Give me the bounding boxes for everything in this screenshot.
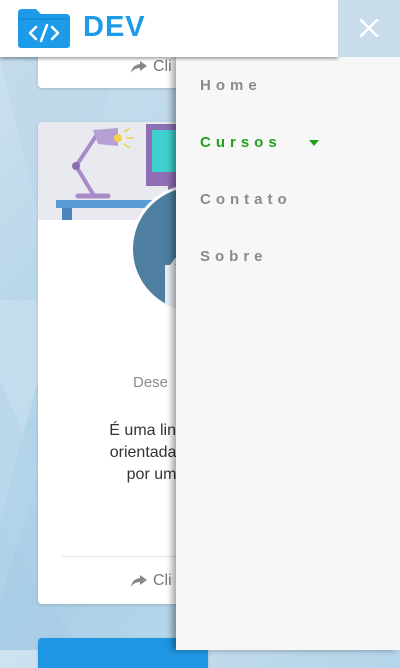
card-link-label: Cli [153, 58, 172, 75]
top-header: DEV [0, 0, 338, 57]
logo-text[interactable]: DEV [83, 11, 146, 44]
share-icon [131, 61, 147, 73]
code-folder-icon[interactable] [16, 7, 72, 50]
side-menu: Home Cursos Contato Sobre [176, 57, 400, 650]
menu-item-contato[interactable]: Contato [200, 191, 292, 208]
card-link[interactable]: Cli [130, 572, 172, 590]
close-menu-button[interactable] [338, 0, 400, 57]
card-link[interactable]: Cli [130, 58, 172, 76]
menu-item-cursos[interactable]: Cursos [200, 134, 282, 151]
chevron-down-icon[interactable] [309, 140, 319, 146]
menu-item-sobre[interactable]: Sobre [200, 248, 268, 265]
share-icon [131, 575, 147, 587]
card-link-label: Cli [153, 572, 172, 589]
menu-item-home[interactable]: Home [200, 77, 262, 94]
close-icon [360, 19, 378, 37]
